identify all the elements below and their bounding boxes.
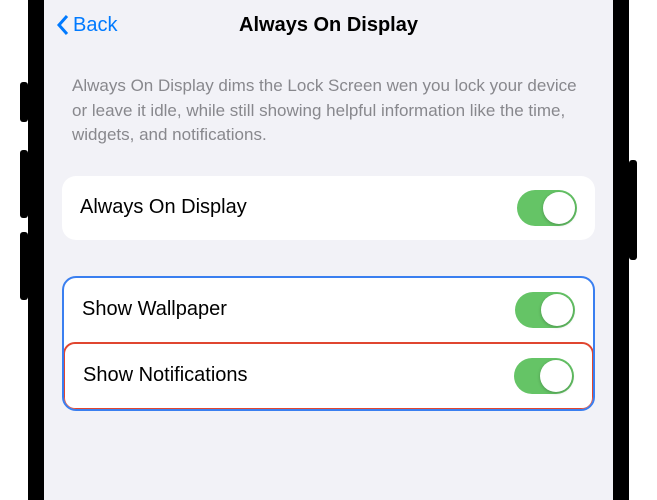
row-always-on-display: Always On Display <box>62 176 595 240</box>
side-button-volume-down <box>20 232 28 300</box>
row-show-wallpaper: Show Wallpaper <box>64 278 593 342</box>
back-button[interactable]: Back <box>56 14 117 37</box>
row-label: Show Wallpaper <box>82 298 227 321</box>
settings-group-main: Always On Display <box>62 176 595 240</box>
page-title: Always On Display <box>44 14 613 37</box>
phone-screen: Back Always On Display Always On Display… <box>28 0 629 500</box>
row-show-notifications: Show Notifications <box>65 344 592 408</box>
side-button-volume-up <box>20 150 28 218</box>
back-label: Back <box>73 14 117 37</box>
toggle-knob <box>543 192 575 224</box>
section-description: Always On Display dims the Lock Screen w… <box>62 74 595 148</box>
toggle-always-on-display[interactable] <box>517 190 577 226</box>
row-label: Always On Display <box>80 196 247 219</box>
toggle-show-notifications[interactable] <box>514 358 574 394</box>
toggle-knob <box>541 294 573 326</box>
side-button-power <box>629 160 637 260</box>
settings-group-options: Show Wallpaper Show Notifications <box>62 276 595 411</box>
toggle-knob <box>540 360 572 392</box>
chevron-left-icon <box>56 14 69 36</box>
highlight-show-notifications: Show Notifications <box>63 342 594 410</box>
content-area: Always On Display dims the Lock Screen w… <box>44 50 613 411</box>
side-button-silent <box>20 82 28 122</box>
row-label: Show Notifications <box>83 364 248 387</box>
toggle-show-wallpaper[interactable] <box>515 292 575 328</box>
nav-bar: Back Always On Display <box>44 0 613 50</box>
